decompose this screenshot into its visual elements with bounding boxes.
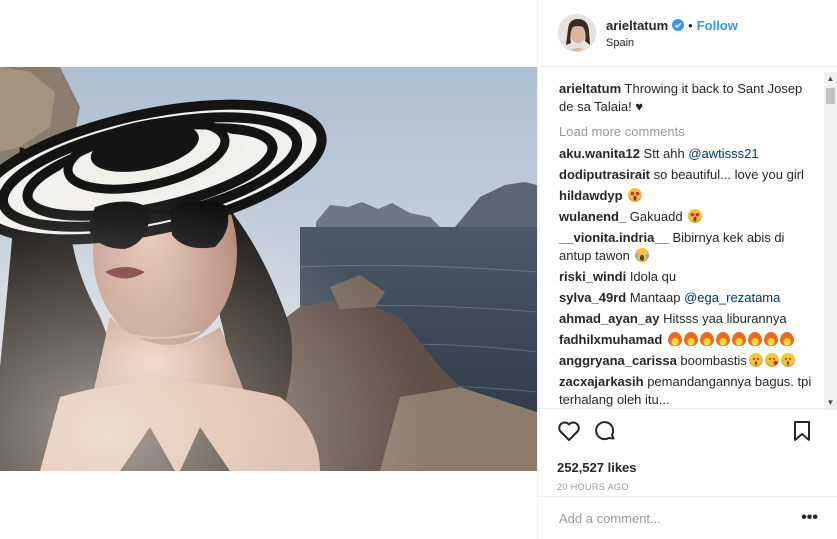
heart-icon[interactable]: [557, 419, 581, 443]
comment-username[interactable]: anggryana_carissa: [559, 353, 677, 368]
smirk-emoji-icon: [748, 353, 763, 367]
add-comment-bar: •••: [538, 496, 837, 539]
comment-text: Gakuadd: [626, 209, 687, 224]
laugh-tears-emoji-icon: [635, 248, 650, 262]
bookmark-icon[interactable]: [790, 419, 814, 443]
comment-item: __vionita.indria__ Bibirnya kek abis di …: [559, 229, 818, 265]
header-text: arieltatum • Follow Spain: [606, 18, 738, 49]
follow-button[interactable]: Follow: [697, 18, 738, 33]
comment-text: Stt ahh: [639, 146, 689, 161]
comment-item: aku.wanita12 Stt ahh @awtisss21: [559, 145, 818, 163]
comment-text: boombastis: [676, 353, 747, 368]
action-icon-row: [557, 419, 818, 443]
likes-count[interactable]: 252,527 likes: [557, 460, 818, 475]
comment-username[interactable]: ahmad_ayan_ay: [559, 311, 659, 326]
comment-username[interactable]: sylva_49rd: [559, 290, 626, 305]
photo-area: [0, 0, 537, 539]
fire-emoji-icon: [667, 332, 682, 346]
comment-mention-link[interactable]: @ega_rezatama: [684, 290, 780, 305]
comment-text: Mantaap: [626, 290, 685, 305]
fire-emoji-icon: [763, 332, 778, 346]
comment-text: so beautiful... love you girl: [650, 167, 804, 182]
load-more-comments-button[interactable]: Load more comments: [559, 124, 818, 139]
caption-username[interactable]: arieltatum: [559, 81, 621, 96]
post-caption: arieltatum Throwing it back to Sant Jose…: [559, 80, 818, 116]
comment-mention-link[interactable]: @awtisss21: [688, 146, 758, 161]
header-separator: •: [688, 17, 693, 33]
comment-item: dodiputrasirait so beautiful... love you…: [559, 166, 818, 184]
kiss-emoji-icon: [764, 353, 779, 367]
comment-username[interactable]: riski_windi: [559, 269, 626, 284]
comment-bubble-icon[interactable]: [593, 419, 617, 443]
comment-username[interactable]: __vionita.indria__: [559, 230, 669, 245]
avatar[interactable]: [558, 14, 596, 52]
header-row: arieltatum • Follow: [606, 18, 738, 33]
scrollbar-thumb[interactable]: [826, 88, 835, 104]
comment-username[interactable]: zacxajarkasih: [559, 374, 644, 389]
comment-item: hildawdyp: [559, 187, 818, 205]
comment-item: anggryana_carissa boombastis: [559, 352, 818, 370]
comment-username[interactable]: dodiputrasirait: [559, 167, 650, 182]
post-actions: 252,527 likes 20 HOURS AGO: [538, 408, 837, 496]
scroll-up-arrow-icon[interactable]: ▲: [824, 72, 837, 86]
fire-emoji-icon: [747, 332, 762, 346]
post-header: arieltatum • Follow Spain: [538, 0, 837, 67]
comment-container: aku.wanita12 Stt ahh @awtisss21 dodiputra…: [559, 145, 818, 408]
fire-emoji-icon: [715, 332, 730, 346]
heart-eyes-emoji-icon: [628, 188, 643, 202]
post-photo-image: [0, 67, 537, 471]
add-comment-input[interactable]: [559, 510, 802, 526]
comment-username[interactable]: fadhilxmuhamad: [559, 332, 662, 347]
comment-item: fadhilxmuhamad: [559, 331, 818, 349]
comment-item: riski_windi Idola qu: [559, 268, 818, 286]
location-link[interactable]: Spain: [606, 37, 738, 49]
comment-username[interactable]: wulanend_: [559, 209, 626, 224]
post-sidebar: arieltatum • Follow Spain arieltatum Thr…: [537, 0, 837, 539]
comment-item: wulanend_ Gakuadd: [559, 208, 818, 226]
post-timestamp[interactable]: 20 HOURS AGO: [557, 482, 818, 492]
fire-emoji-icon: [683, 332, 698, 346]
avatar-image: [559, 15, 595, 51]
comment-text: [623, 188, 627, 203]
post-photo[interactable]: [0, 67, 537, 471]
comment-item: ahmad_ayan_ay Hitsss yaa liburannya: [559, 310, 818, 328]
more-options-icon[interactable]: •••: [801, 509, 818, 527]
smirk-emoji-icon: [780, 353, 795, 367]
fire-emoji-icon: [699, 332, 714, 346]
comments-scrollbar[interactable]: ▲ ▼: [824, 72, 837, 410]
comment-item: sylva_49rd Mantaap @ega_rezatama: [559, 289, 818, 307]
comment-text: Hitsss yaa liburannya: [659, 311, 787, 326]
comment-username[interactable]: aku.wanita12: [559, 146, 640, 161]
verified-badge-icon: [672, 19, 685, 31]
username-link[interactable]: arieltatum: [606, 18, 668, 33]
comment-text: [662, 332, 666, 347]
heart-eyes-emoji-icon: [688, 209, 703, 223]
comment-username[interactable]: hildawdyp: [559, 188, 623, 203]
comment-text: Idola qu: [626, 269, 677, 284]
comments-list: arieltatum Throwing it back to Sant Jose…: [538, 72, 837, 408]
fire-emoji-icon: [731, 332, 746, 346]
comment-item: zacxajarkasih pemandangannya bagus. tpi …: [559, 373, 818, 408]
fire-emoji-icon: [779, 332, 794, 346]
